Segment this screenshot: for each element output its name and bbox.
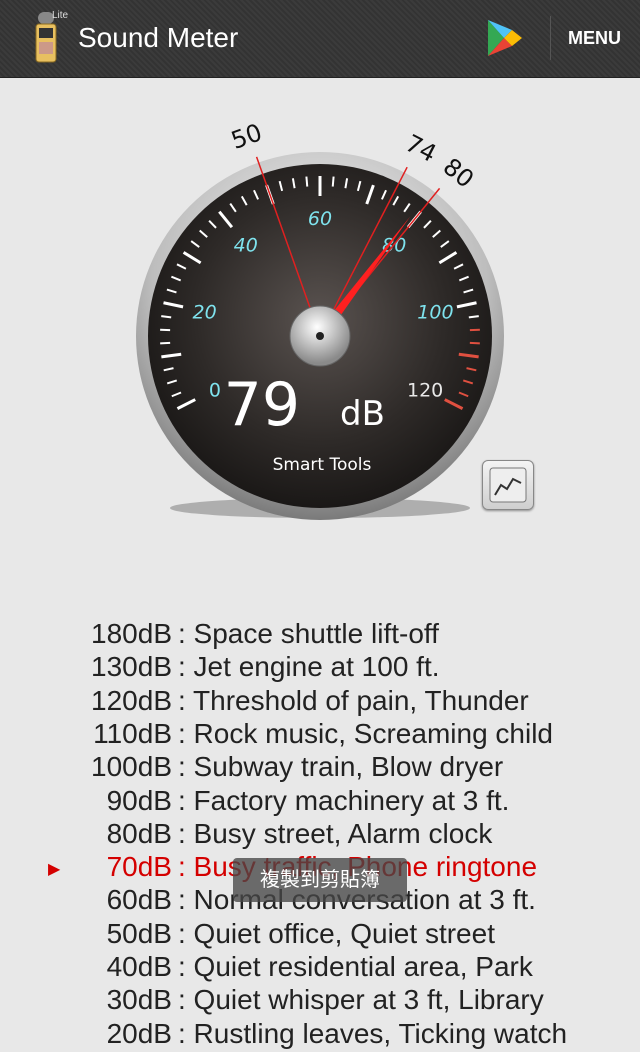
noise-level-row[interactable]: 90dB: Factory machinery at 3 ft. <box>0 785 640 819</box>
sound-gauge: 020406080100120 507480 79 dB Smart Tools <box>100 100 540 540</box>
noise-level-row[interactable]: 110dB: Rock music, Screaming child <box>0 718 640 752</box>
gauge-tick <box>161 316 171 317</box>
level-db: 130dB <box>91 651 172 683</box>
noise-level-row[interactable]: 80dB: Busy street, Alarm clock <box>0 818 640 852</box>
noise-level-row[interactable]: 40dB: Quiet residential area, Park <box>0 951 640 985</box>
gauge-scale-label: 0 <box>209 380 221 402</box>
lite-badge: Lite <box>52 10 68 21</box>
level-db: 90dB <box>107 785 172 817</box>
level-description: : Factory machinery at 3 ft. <box>178 785 509 817</box>
reading-unit: dB <box>340 394 385 434</box>
gauge-marker-label: 80 <box>438 153 479 194</box>
gauge-tick <box>306 177 307 187</box>
noise-level-row[interactable]: 50dB: Quiet office, Quiet street <box>0 918 640 952</box>
current-level-pointer-icon: ▶ <box>48 859 60 879</box>
gauge-scale-label: 120 <box>407 380 443 402</box>
level-description: : Quiet whisper at 3 ft, Library <box>178 984 544 1016</box>
play-store-icon[interactable] <box>482 16 526 60</box>
copied-toast: 複製到剪貼簿 <box>233 858 407 902</box>
noise-level-row[interactable]: 30dB: Quiet whisper at 3 ft, Library <box>0 984 640 1018</box>
level-description: : Quiet office, Quiet street <box>178 918 495 950</box>
gauge-scale-label: 100 <box>417 301 453 323</box>
level-db: 180dB <box>91 618 172 650</box>
menu-button[interactable]: MENU <box>568 28 621 49</box>
level-db: 100dB <box>91 751 172 783</box>
level-description: : Rustling leaves, Ticking watch <box>178 1018 567 1050</box>
level-description: : Space shuttle lift-off <box>178 618 439 650</box>
level-description: : Jet engine at 100 ft. <box>178 651 440 683</box>
level-description: : Threshold of pain, Thunder <box>178 685 529 717</box>
noise-level-row[interactable]: 100dB: Subway train, Blow dryer <box>0 751 640 785</box>
level-db: 30dB <box>107 984 172 1016</box>
gauge-scale-label: 40 <box>234 234 258 256</box>
gauge-tick <box>333 177 334 187</box>
action-bar-divider <box>550 16 551 60</box>
noise-level-row[interactable]: 130dB: Jet engine at 100 ft. <box>0 651 640 685</box>
line-graph-icon <box>489 467 527 503</box>
app-title: Sound Meter <box>78 22 238 54</box>
level-db: 20dB <box>107 1018 172 1050</box>
level-db: 70dB <box>107 851 172 883</box>
level-description: : Subway train, Blow dryer <box>178 751 503 783</box>
gauge-marker-label: 74 <box>401 129 441 168</box>
gauge-marker-label: 50 <box>227 118 265 155</box>
noise-level-row[interactable]: 180dB: Space shuttle lift-off <box>0 618 640 652</box>
level-description: : Busy street, Alarm clock <box>178 818 492 850</box>
gauge-scale-label: 20 <box>192 301 216 323</box>
gauge-scale-label: 60 <box>308 208 332 230</box>
noise-level-row[interactable]: 120dB: Threshold of pain, Thunder <box>0 685 640 719</box>
level-db: 60dB <box>107 884 172 916</box>
brand-label: Smart Tools <box>273 455 372 475</box>
gauge-tick <box>469 316 479 317</box>
noise-level-row[interactable]: 20dB: Rustling leaves, Ticking watch <box>0 1018 640 1052</box>
action-bar: Lite Sound Meter MENU <box>0 0 640 78</box>
level-db: 120dB <box>91 685 172 717</box>
level-description: : Quiet residential area, Park <box>178 951 533 983</box>
level-db: 50dB <box>107 918 172 950</box>
level-db: 40dB <box>107 951 172 983</box>
reading-value: 79 <box>224 370 300 440</box>
graph-button[interactable] <box>482 460 534 510</box>
level-db: 80dB <box>107 818 172 850</box>
level-db: 110dB <box>93 718 172 750</box>
level-description: : Rock music, Screaming child <box>178 718 553 750</box>
